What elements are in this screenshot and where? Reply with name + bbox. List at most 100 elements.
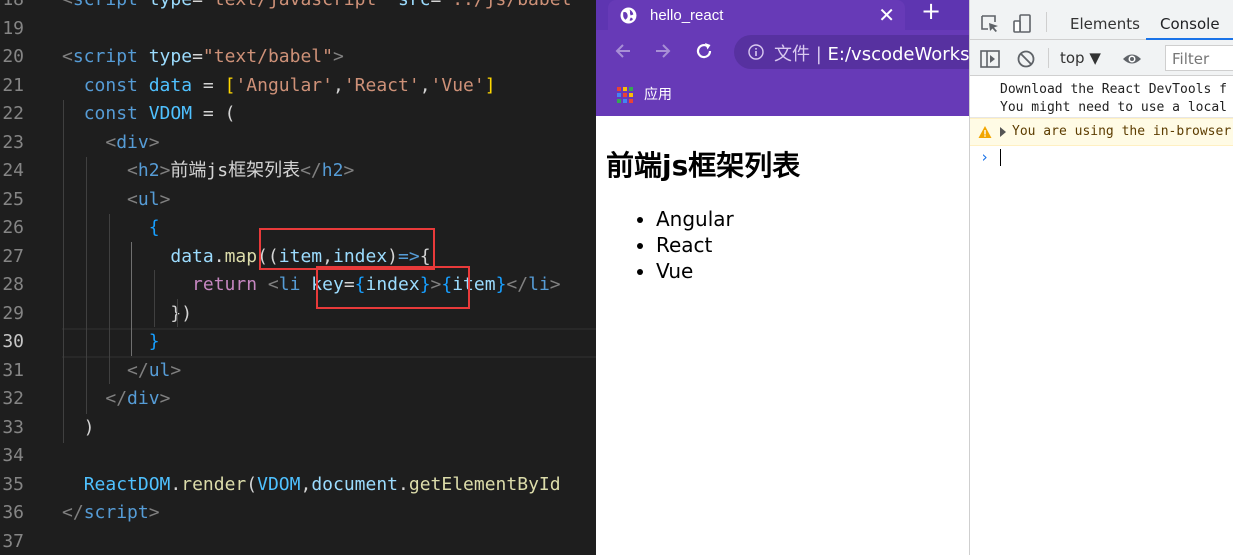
expand-triangle-icon[interactable] <box>1000 127 1006 137</box>
inspect-element-icon[interactable] <box>980 14 1000 34</box>
code-line[interactable]: 21 const data = ['Angular','React','Vue'… <box>0 72 596 101</box>
line-number: 32 <box>2 388 24 409</box>
code-token: > <box>159 160 171 181</box>
code-line[interactable]: 25 <ul> <box>0 186 596 215</box>
toolbar-divider <box>1048 48 1049 68</box>
code-token: </ <box>105 388 128 409</box>
code-token: "text/javascript" <box>203 0 387 10</box>
line-number: 26 <box>2 217 24 238</box>
tab-console[interactable]: Console <box>1160 15 1220 33</box>
code-token: < <box>127 188 138 210</box>
reload-icon[interactable] <box>693 40 715 62</box>
line-number: 35 <box>2 473 24 495</box>
highlight-box-key-index <box>316 266 470 309</box>
code-token: [ <box>224 74 236 96</box>
code-token: > <box>170 359 182 381</box>
code-token: div <box>127 388 160 409</box>
code-text: ReactDOM.render(VDOM,document.getElement… <box>62 471 561 500</box>
code-token: ReactDOM <box>83 473 171 495</box>
line-number: 30 <box>2 331 24 352</box>
code-token: < <box>62 46 73 67</box>
code-token: data <box>170 245 214 267</box>
console-input-caret[interactable] <box>1000 149 1001 166</box>
code-token: 'React' <box>343 74 420 96</box>
code-line[interactable]: 24 <h2>前端js框架列表</h2> <box>0 157 596 186</box>
code-text: } <box>62 328 160 357</box>
code-text: </script> <box>62 499 160 528</box>
code-token: . <box>398 473 409 495</box>
tab-elements[interactable]: Elements <box>1070 15 1140 33</box>
code-line[interactable]: 29 }) <box>0 300 596 329</box>
code-token: VDOM <box>257 473 301 495</box>
code-token: </ <box>62 502 84 523</box>
code-token: , <box>300 473 312 495</box>
code-token: document <box>311 473 399 495</box>
code-line[interactable]: 34 <box>0 442 596 471</box>
code-token: type <box>148 46 193 67</box>
code-token: } <box>495 274 507 295</box>
code-token: < <box>267 274 279 295</box>
show-sidebar-icon[interactable] <box>980 49 1000 69</box>
code-line[interactable]: 31 </ul> <box>0 357 596 386</box>
forward-arrow-icon[interactable] <box>652 40 674 62</box>
code-line[interactable]: 28 return <li key={index}>{item}</li> <box>0 271 596 300</box>
code-text: ) <box>62 414 95 443</box>
code-line[interactable]: 22 const VDOM = ( <box>0 100 596 129</box>
list-item: React <box>656 232 734 258</box>
code-token: > <box>148 131 160 153</box>
context-selector[interactable]: top ▼ <box>1060 49 1101 67</box>
code-line[interactable]: 35 ReactDOM.render(VDOM,document.getElem… <box>0 471 596 500</box>
devtools-panel: Elements Console top ▼ Filter Download t… <box>969 0 1233 555</box>
line-number: 22 <box>2 103 24 124</box>
browser-tab[interactable]: hello_react ✕ <box>608 0 905 30</box>
apps-grid-icon[interactable] <box>616 86 634 104</box>
devtools-tab-bar: Elements Console <box>970 0 1233 40</box>
indent-guide <box>63 100 64 443</box>
back-arrow-icon[interactable] <box>612 40 634 62</box>
code-line[interactable]: 36 </script> <box>0 499 596 528</box>
console-message-warning[interactable]: You are using the in-browser <box>970 118 1233 146</box>
code-token: < <box>62 0 73 10</box>
line-number: 37 <box>2 530 24 552</box>
code-line[interactable]: 18<script type="text/javascript" src="..… <box>0 0 596 15</box>
address-bar[interactable]: 文件 | E:/vscodeWorksp <box>734 35 969 69</box>
code-line[interactable]: 32 </div> <box>0 385 596 414</box>
filter-input[interactable]: Filter <box>1165 45 1233 71</box>
browser-window: hello_react ✕ + 文件 | E:/vscodeWorksp 应用 … <box>596 0 969 555</box>
code-line[interactable]: 37 <box>0 528 596 555</box>
code-text: </div> <box>62 385 170 414</box>
device-toolbar-icon[interactable] <box>1012 14 1032 34</box>
warning-icon <box>978 126 992 138</box>
code-text: const VDOM = ( <box>62 100 236 129</box>
eye-icon[interactable] <box>1122 49 1142 69</box>
code-token: , <box>419 74 431 96</box>
code-line[interactable]: 30 } <box>0 328 596 358</box>
line-number: 19 <box>2 17 24 39</box>
code-token: render <box>181 473 247 495</box>
code-token: > <box>159 188 171 210</box>
code-editor[interactable]: 18<script type="text/javascript" src="..… <box>0 0 596 555</box>
code-line[interactable]: 33 ) <box>0 414 596 443</box>
code-line[interactable]: 23 <div> <box>0 129 596 158</box>
tab-close-button[interactable]: ✕ <box>878 3 895 27</box>
info-icon[interactable] <box>748 44 764 60</box>
code-line[interactable]: 19 <box>0 15 596 44</box>
list-item: Vue <box>656 258 734 284</box>
toolbar-divider <box>1046 12 1047 32</box>
clear-console-icon[interactable] <box>1016 49 1036 69</box>
address-text[interactable]: 文件 | E:/vscodeWorksp <box>774 40 969 66</box>
new-tab-button[interactable]: + <box>921 0 941 25</box>
filter-placeholder: Filter <box>1172 50 1210 68</box>
code-text: <h2>前端js框架列表</h2> <box>62 157 354 186</box>
indent-guide <box>86 157 87 414</box>
code-text: <div> <box>62 129 160 158</box>
apps-bookmark[interactable]: 应用 <box>644 84 672 104</box>
code-line[interactable]: 20 <script type="text/babel"> <box>0 43 596 72</box>
code-token: li <box>278 274 301 295</box>
code-token: "text/babel" <box>202 46 333 67</box>
line-number: 27 <box>2 245 24 267</box>
